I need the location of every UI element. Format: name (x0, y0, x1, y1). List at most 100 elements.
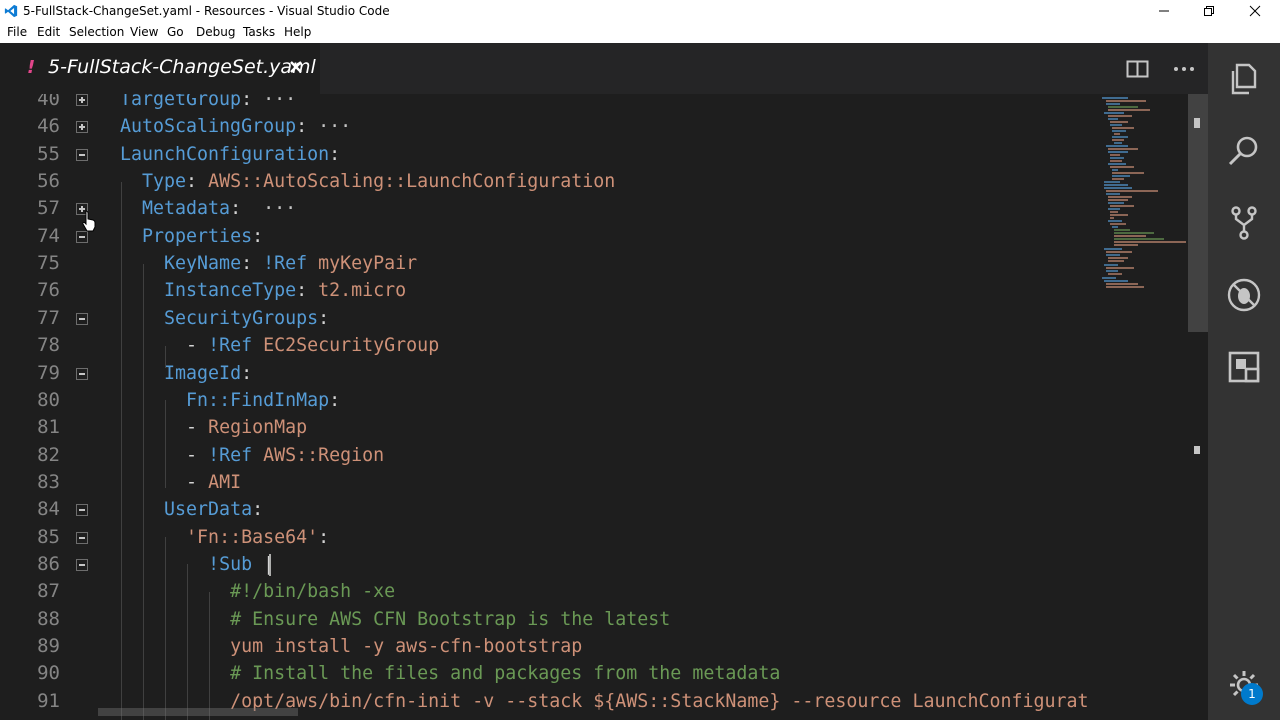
code-line[interactable]: 76 InstanceType: t2.micro (0, 277, 1100, 304)
search-icon[interactable] (1224, 131, 1264, 171)
menu-edit[interactable]: Edit (37, 25, 60, 39)
code-token: : (252, 225, 264, 247)
menu-go[interactable]: Go (167, 25, 184, 39)
collapse-fold-icon[interactable] (76, 367, 88, 380)
horizontal-scrollbar-thumb[interactable] (98, 708, 298, 716)
collapse-fold-icon[interactable] (76, 148, 88, 161)
code-token: : (252, 499, 264, 521)
code-token: : (296, 116, 308, 138)
debug-icon[interactable] (1224, 275, 1264, 315)
line-number: 46 (37, 115, 60, 138)
line-number: 91 (37, 689, 60, 712)
tab-bar: ! 5-FullStack-ChangeSet.yaml (0, 43, 1208, 94)
menu-tasks[interactable]: Tasks (243, 25, 275, 39)
menu-selection[interactable]: Selection (69, 25, 124, 39)
collapse-fold-icon[interactable] (76, 558, 88, 571)
explorer-icon[interactable] (1224, 59, 1264, 99)
code-token: : (329, 143, 341, 165)
tab-title: 5-FullStack-ChangeSet.yaml (48, 56, 316, 78)
code-token: : (241, 253, 253, 275)
line-number: 87 (37, 580, 60, 603)
split-editor-icon[interactable] (1125, 56, 1151, 82)
code-token: # Ensure AWS CFN Bootstrap is the latest (230, 608, 671, 630)
notification-badge: 1 (1241, 683, 1263, 705)
code-text: TargetGroup: ··· (120, 94, 296, 113)
expand-fold-icon[interactable] (76, 94, 88, 106)
indent-guide (187, 564, 188, 720)
code-token: : (241, 362, 253, 384)
code-token: : (186, 171, 198, 193)
collapse-fold-icon[interactable] (76, 531, 88, 544)
line-number: 40 (37, 94, 60, 110)
code-text: # Ensure AWS CFN Bootstrap is the latest (120, 606, 670, 633)
code-token: 'Fn::Base64' (186, 526, 319, 548)
code-token: ImageId (164, 362, 242, 384)
indent-guide (165, 346, 166, 368)
vertical-scrollbar[interactable] (1188, 94, 1208, 720)
code-token: : (329, 389, 341, 411)
indent-guide (121, 182, 122, 720)
code-token: SecurityGroups (164, 307, 319, 329)
line-number: 88 (37, 607, 60, 630)
code-text: AutoScalingGroup: ··· (120, 113, 351, 140)
horizontal-scrollbar[interactable] (98, 704, 1098, 716)
code-text: Fn::FindInMap: (120, 387, 340, 414)
code-token: t2.micro (307, 280, 407, 302)
scroll-marker (1194, 446, 1200, 454)
code-text: - !Ref AWS::Region (120, 442, 384, 469)
collapse-fold-icon[interactable] (76, 230, 88, 243)
code-editor[interactable]: 40 TargetGroup: ··· 46 AutoScalingGroup: ··… (0, 94, 1208, 720)
close-tab-icon[interactable] (286, 57, 306, 77)
menu-bar: File Edit Selection View Go Debug Tasks … (0, 22, 1280, 43)
code-token: myKeyPair (307, 253, 418, 275)
code-text: # Install the files and packages from th… (120, 660, 780, 687)
code-line[interactable]: 55 LaunchConfiguration: (0, 141, 1100, 168)
indent-guide (143, 264, 144, 720)
menu-file[interactable]: File (7, 25, 27, 39)
code-token: ··· (263, 198, 297, 220)
code-token: UserData (164, 499, 253, 521)
code-line[interactable]: 57 Metadata: ··· (0, 195, 1100, 222)
menu-view[interactable]: View (130, 25, 158, 39)
code-line[interactable]: 56 Type: AWS::AutoScaling::LaunchConfigu… (0, 168, 1100, 195)
window-title: 5-FullStack-ChangeSet.yaml - Resources -… (23, 4, 390, 18)
code-line[interactable]: 46 AutoScalingGroup: ··· (0, 113, 1100, 140)
minimap[interactable] (1098, 94, 1198, 720)
code-token: TargetGroup (120, 94, 242, 110)
line-number: 85 (37, 525, 60, 548)
line-number: 86 (37, 552, 60, 575)
code-line[interactable]: 77 SecurityGroups: (0, 305, 1100, 332)
line-number: 77 (37, 306, 60, 329)
restore-button[interactable] (1186, 0, 1232, 22)
code-token: Type (142, 171, 187, 193)
indent-guide (165, 537, 166, 720)
collapse-fold-icon[interactable] (76, 504, 88, 517)
line-number: 83 (37, 470, 60, 493)
vertical-scrollbar-thumb[interactable] (1188, 94, 1208, 332)
code-token: : (241, 94, 253, 110)
code-line[interactable]: 84 UserData: (0, 496, 1100, 523)
close-window-button[interactable] (1232, 0, 1278, 22)
code-line[interactable]: 74 Properties: (0, 223, 1100, 250)
editor-tab[interactable]: ! 5-FullStack-ChangeSet.yaml (0, 43, 320, 94)
extensions-icon[interactable] (1224, 347, 1264, 387)
minimize-button[interactable] (1141, 0, 1187, 22)
menu-debug[interactable]: Debug (196, 25, 235, 39)
collapse-fold-icon[interactable] (76, 312, 88, 325)
source-control-icon[interactable] (1224, 203, 1264, 243)
more-actions-icon[interactable] (1171, 56, 1197, 82)
code-text: yum install -y aws-cfn-bootstrap (120, 633, 582, 660)
line-number: 84 (37, 498, 60, 521)
code-line[interactable]: 75 KeyName: !Ref myKeyPair (0, 250, 1100, 277)
code-token: AWS::AutoScaling::LaunchConfiguration (197, 171, 616, 193)
code-token: # Install the files and packages from th… (230, 663, 781, 685)
expand-fold-icon[interactable] (76, 121, 88, 134)
code-line[interactable]: 40 TargetGroup: ··· (0, 94, 1100, 113)
menu-help[interactable]: Help (284, 25, 311, 39)
